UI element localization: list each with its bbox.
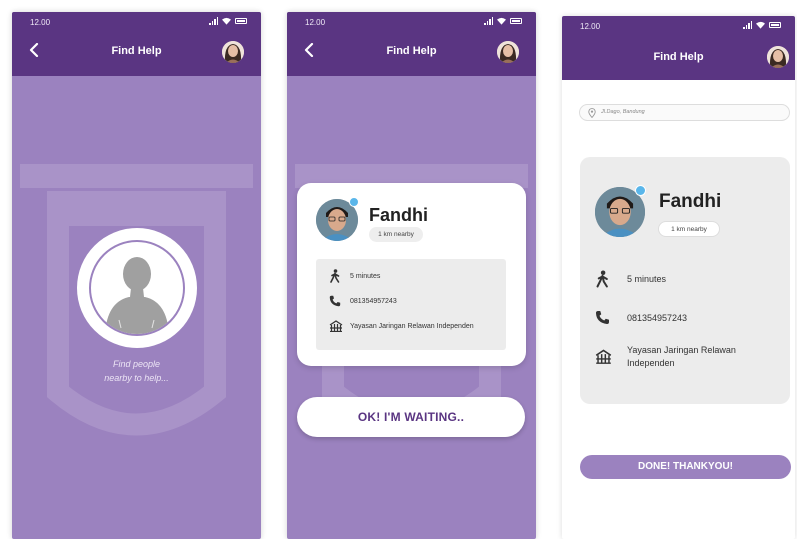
page-title: Find Help (653, 51, 704, 63)
organization-line2: Independen (627, 358, 675, 368)
battery-icon (510, 18, 522, 24)
verified-check-icon (349, 197, 359, 207)
wifi-icon (497, 17, 506, 25)
walking-person-icon (596, 270, 608, 288)
ok-waiting-button[interactable]: OK! I'M WAITING.. (297, 397, 525, 437)
screen-searching: 12.00 Find Help Find people nearby to he… (12, 12, 261, 539)
avatar-image (497, 41, 519, 63)
signal-icon (743, 21, 752, 29)
searching-message-line2: nearby to help... (104, 373, 169, 383)
app-screens: 12.00 Find Help Find people nearby to he… (0, 0, 797, 539)
organization-line1: Yayasan Jaringan Relawan (627, 345, 736, 355)
app-header: 12.00 Find Help (287, 12, 536, 76)
helper-card: Fandhi 1 km nearby 5 minutes 08135495724… (580, 157, 790, 404)
phone-number: 081354957243 (350, 297, 397, 305)
location-text: Jl.Dago, Bandung (601, 109, 645, 115)
app-header: 12.00 Find Help (12, 12, 261, 76)
phone-icon (595, 311, 609, 325)
status-icons (743, 21, 781, 29)
helper-info-box: 5 minutes 081354957243 Yayasan Jaringan … (316, 259, 506, 350)
status-time: 12.00 (305, 18, 326, 27)
eta-row: 5 minutes (329, 269, 380, 283)
avatar-image (767, 46, 789, 68)
location-pin-icon (588, 108, 596, 118)
user-avatar[interactable] (497, 41, 519, 63)
walking-person-icon (330, 269, 340, 283)
organization-row: Yayasan Jaringan Relawan Independen (329, 320, 474, 332)
avatar-image (222, 41, 244, 63)
searching-message: Find people nearby to help... (12, 357, 261, 385)
eta-text: 5 minutes (350, 272, 381, 280)
user-avatar[interactable] (767, 46, 789, 68)
screen-helper-arrived: 12.00 Find Help Jl.Dago, Bandung Fandhi … (562, 16, 795, 539)
organization-name: Yayasan Jaringan Relawan Independen (627, 344, 736, 370)
building-icon (329, 320, 343, 332)
wifi-icon (222, 17, 231, 25)
status-icons (209, 17, 247, 25)
screen-helper-found: 12.00 Find Help Fandhi 1 km nearby 5 min… (287, 12, 536, 539)
helper-name: Fandhi (659, 191, 722, 212)
location-field[interactable]: Jl.Dago, Bandung (579, 104, 790, 121)
helper-card: Fandhi 1 km nearby 5 minutes 08135495724… (297, 183, 526, 366)
verified-check-icon (635, 185, 646, 196)
status-icons (484, 17, 522, 25)
organization-row: Yayasan Jaringan Relawan Independen (595, 344, 736, 370)
person-silhouette-icon (105, 257, 169, 334)
done-thankyou-button[interactable]: DONE! THANKYOU! (580, 455, 791, 479)
building-icon (595, 349, 612, 364)
user-avatar[interactable] (222, 41, 244, 63)
phone-row[interactable]: 081354957243 (329, 295, 397, 307)
organization-name: Yayasan Jaringan Relawan Independen (350, 322, 474, 330)
signal-icon (484, 17, 493, 25)
eta-text: 5 minutes (627, 274, 667, 284)
eta-row: 5 minutes (595, 270, 666, 288)
distance-badge: 1 km nearby (658, 221, 720, 237)
battery-icon (235, 18, 247, 24)
phone-row[interactable]: 081354957243 (595, 310, 687, 325)
signal-icon (209, 17, 218, 25)
status-time: 12.00 (580, 22, 601, 31)
status-time: 12.00 (30, 18, 51, 27)
wifi-icon (756, 21, 765, 29)
battery-icon (769, 22, 781, 28)
searching-profile-ring (77, 228, 197, 348)
phone-icon (329, 295, 341, 307)
app-header: 12.00 Find Help (562, 16, 795, 80)
placeholder-avatar (89, 240, 185, 336)
distance-badge: 1 km nearby (369, 227, 423, 242)
phone-number: 081354957243 (627, 312, 688, 323)
helper-name: Fandhi (369, 205, 428, 225)
searching-message-line1: Find people (112, 359, 161, 369)
